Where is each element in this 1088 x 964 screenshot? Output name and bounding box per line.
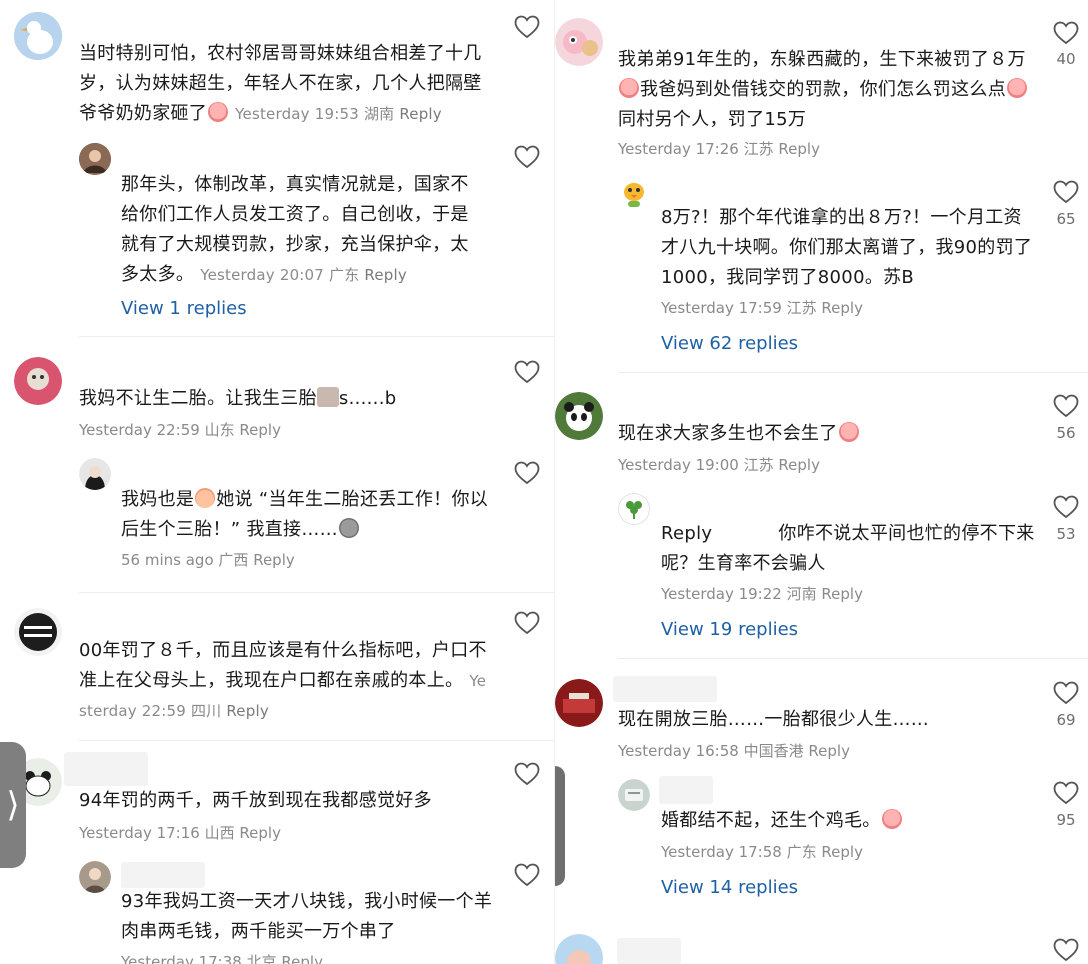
comment-meta: Yesterday 17:59 江苏 Reply xyxy=(661,299,863,317)
avatar[interactable] xyxy=(618,178,650,210)
username-redacted xyxy=(617,938,681,964)
avatar[interactable] xyxy=(14,357,62,405)
crying-emoji-icon xyxy=(208,102,229,122)
heart-icon[interactable] xyxy=(514,762,540,786)
sticker-emoji-icon xyxy=(316,387,339,407)
heart-icon[interactable] xyxy=(1053,180,1079,204)
crying-emoji-icon xyxy=(1007,78,1027,98)
comment-meta: Yesterday 19:00 江苏 Reply xyxy=(618,456,820,474)
heart-icon[interactable] xyxy=(1053,681,1079,705)
comment-meta: Yesterday 17:26 江苏 Reply xyxy=(618,140,820,158)
heart-icon[interactable] xyxy=(1053,781,1079,805)
comment-text: 当时特别可怕，农村邻居哥哥妹妹组合相差了十几岁，认为妹妹超生，年轻人不在家，几个… xyxy=(79,43,482,124)
username-redacted xyxy=(613,676,717,702)
like-count: 53 xyxy=(1056,525,1076,543)
chevron-right-icon: ⟩ xyxy=(6,785,20,825)
view-replies-link[interactable]: View 14 replies xyxy=(661,877,798,898)
heart-icon[interactable] xyxy=(1053,394,1079,418)
avatar[interactable] xyxy=(555,392,603,440)
divider xyxy=(79,336,555,337)
comment-meta: Yesterday 17:16 山西 Reply xyxy=(79,824,281,842)
comment-meta: 56 mins ago 广西 Reply xyxy=(121,551,295,569)
heart-icon[interactable] xyxy=(514,461,540,485)
back-tab[interactable]: ⟩ xyxy=(0,742,26,868)
reply-button[interactable]: Reply xyxy=(399,105,442,123)
comment-meta: Yesterday 17:58 广东 Reply xyxy=(661,843,863,861)
avatar[interactable] xyxy=(14,12,62,60)
heart-icon[interactable] xyxy=(1053,495,1079,519)
comment-text: 现在開放三胎……一胎都很少人生…… xyxy=(618,709,930,730)
avatar[interactable] xyxy=(79,861,111,893)
view-replies-link[interactable]: View 19 replies xyxy=(661,619,798,640)
avatar[interactable] xyxy=(618,493,650,525)
heart-icon[interactable] xyxy=(514,15,540,39)
comment-meta: Yesterday 22:59 山东 Reply xyxy=(79,421,281,439)
like-count: 40 xyxy=(1056,50,1076,68)
avatar[interactable] xyxy=(618,779,650,811)
scroll-handle[interactable] xyxy=(555,766,565,886)
comment-text: 婚都结不起，还生个鸡毛。 xyxy=(661,806,1039,836)
comment-text: 94年罚的两千，两千放到现在我都感觉好多 xyxy=(79,790,432,811)
like-count: 69 xyxy=(1056,711,1076,729)
divider xyxy=(618,372,1088,373)
right-comment-panel: 我弟弟91年生的，东躲西藏的，生下来被罚了８万我爸妈到处借钱交的罚款，你们怎么罚… xyxy=(555,0,1088,964)
like-count: 95 xyxy=(1056,811,1076,829)
heart-icon[interactable] xyxy=(514,145,540,169)
divider xyxy=(79,740,555,741)
heart-icon[interactable] xyxy=(514,360,540,384)
reply-button[interactable]: Reply xyxy=(281,953,323,964)
reply-button[interactable]: Reply xyxy=(226,702,269,720)
avatar[interactable] xyxy=(555,679,603,727)
username-redacted xyxy=(121,862,205,888)
reply-button[interactable]: Reply xyxy=(253,551,295,569)
view-replies-link[interactable]: View 1 replies xyxy=(121,298,247,319)
heart-icon[interactable] xyxy=(1053,938,1079,962)
reply-button[interactable]: Reply xyxy=(821,299,863,317)
crying-emoji-icon xyxy=(619,78,639,98)
reply-button[interactable]: Reply xyxy=(821,585,863,603)
reply-button[interactable]: Reply xyxy=(821,843,863,861)
speechless-emoji-icon xyxy=(338,518,359,538)
reply-label: Reply xyxy=(661,523,713,544)
reply-button[interactable]: Reply xyxy=(239,421,281,439)
heart-icon[interactable] xyxy=(1053,21,1079,45)
like-count: 56 xyxy=(1056,424,1076,442)
left-comment-panel: 当时特别可怕，农村邻居哥哥妹妹组合相差了十几岁，认为妹妹超生，年轻人不在家，几个… xyxy=(0,0,555,964)
avatar[interactable] xyxy=(555,18,603,66)
peach-emoji-icon xyxy=(195,488,216,508)
comment-text: 我妈不让生二胎。让我生三胎 s......b xyxy=(79,387,397,409)
divider xyxy=(79,592,555,593)
like-count: 65 xyxy=(1056,210,1076,228)
username-redacted xyxy=(659,776,713,804)
comment-text: 8万?！那个年代谁拿的出８万?！一个月工资才八九十块啊。你们那太离谱了，我90的… xyxy=(661,207,1033,288)
crying-emoji-icon xyxy=(838,422,859,442)
comment-text: 00年罚了８千，而且应该是有什么指标吧，户口不准上在父母头上，我现在户口都在亲戚… xyxy=(79,640,487,720)
reply-button[interactable]: Reply xyxy=(239,824,281,842)
comment-text: 那年头，体制改革，真实情况就是，国家不给你们工作人员发工资了。自己创收，于是就有… xyxy=(121,174,469,285)
comment-meta: Yesterday 17:38 北京 Reply xyxy=(121,952,323,964)
avatar[interactable] xyxy=(79,143,111,175)
avatar[interactable] xyxy=(14,608,62,656)
comment-text: 现在求大家多生也不会生了 xyxy=(618,419,1038,449)
username-redacted xyxy=(64,752,148,786)
comment-meta: Yesterday 19:22 河南 Reply xyxy=(661,585,863,603)
crying-emoji-icon xyxy=(881,809,902,829)
comment-text: 我妈也是 她说 “当年生二胎还丢工作！你以后生个三胎！” 我直接…… xyxy=(121,488,489,540)
comment-text: Reply 你咋不说太平间也忙的停不下来呢？生育率不会骗人 xyxy=(661,523,1035,574)
comment-meta: Yesterday 16:58 中国香港 Reply xyxy=(618,742,850,760)
reply-button[interactable]: Reply xyxy=(364,266,407,284)
comment-text: 我弟弟91年生的，东躲西藏的，生下来被罚了８万我爸妈到处借钱交的罚款，你们怎么罚… xyxy=(618,49,1027,130)
reply-button[interactable]: Reply xyxy=(778,456,820,474)
divider xyxy=(618,658,1088,659)
avatar[interactable] xyxy=(79,458,111,490)
view-replies-link[interactable]: View 62 replies xyxy=(661,333,798,354)
heart-icon[interactable] xyxy=(514,611,540,635)
avatar[interactable] xyxy=(555,934,603,964)
reply-button[interactable]: Reply xyxy=(778,140,820,158)
comment-text: 93年我妈工资一天才八块钱，我小时候一个羊肉串两毛钱，两千能买一万个串了 xyxy=(121,891,493,942)
heart-icon[interactable] xyxy=(514,863,540,887)
reply-button[interactable]: Reply xyxy=(808,742,850,760)
